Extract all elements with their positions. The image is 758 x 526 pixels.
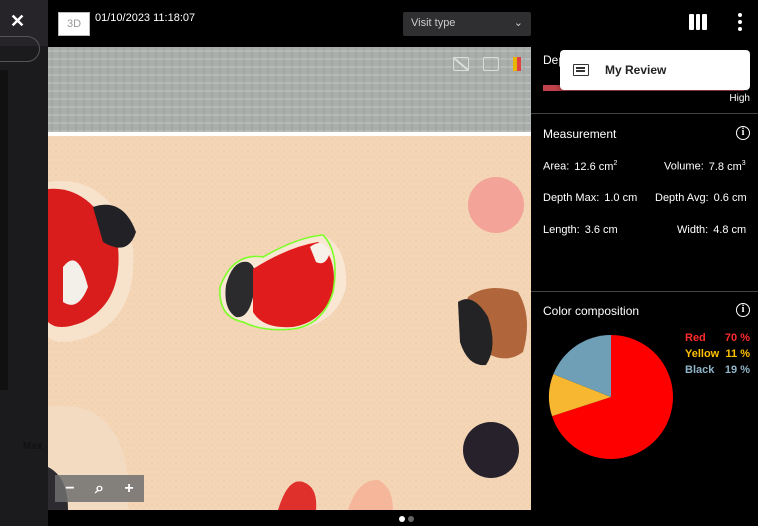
no-display-icon[interactable] [453, 57, 469, 71]
color-legend: Red 70 % Yellow 11 % Black 19 % [685, 332, 750, 380]
depth-max-field: Depth Max: 1.0 cm [543, 192, 637, 204]
info-icon[interactable]: i [736, 303, 750, 317]
3d-badge[interactable]: 3D [58, 12, 90, 36]
review-menu-popup: My Review [560, 50, 750, 90]
analysis-panel: Dep High Measurement i Area: 12.6 cm2 Vol… [531, 47, 758, 526]
width-field: Width: 4.8 cm [677, 224, 746, 236]
background-page: Max [0, 0, 48, 526]
area-unit-power: 2 [613, 160, 618, 167]
depth-max-value: 1.0 cm [604, 192, 638, 204]
pie-svg [549, 335, 673, 459]
volume-unit-power: 3 [741, 160, 746, 167]
zoom-icon[interactable]: ⌕ [95, 480, 104, 498]
legend-name-black: Black [685, 364, 715, 376]
width-value: 4.8 cm [713, 224, 747, 236]
zoom-out-button[interactable]: − [65, 480, 74, 498]
depth-avg-label: Depth Avg: [655, 192, 709, 204]
color-pie-chart [546, 332, 676, 467]
color-composition-title: Color composition [543, 304, 640, 318]
viewer-header: 3D 01/10/2023 11:18:07 Visit type ⌄ [48, 0, 758, 47]
flag-icon[interactable] [513, 57, 521, 71]
background-search-pill [0, 36, 40, 62]
image-pager [399, 516, 414, 522]
legend-pct-yellow: 11 % [725, 348, 750, 360]
zoom-in-button[interactable]: + [124, 480, 133, 498]
length-field: Length: 3.6 cm [543, 224, 618, 236]
measurement-section: Measurement i Area: 12.6 cm2 Volume: 7.8 c… [531, 115, 758, 292]
image-overlay-icons [453, 57, 521, 71]
image-footer [48, 510, 531, 526]
legend-name-yellow: Yellow [685, 348, 720, 360]
visit-type-label: Visit type [411, 17, 456, 29]
pager-dot-active[interactable] [399, 516, 405, 522]
depth-high-label: High [729, 93, 750, 104]
wound-image[interactable]: − ⌕ + [48, 47, 531, 510]
length-label: Length: [543, 224, 580, 236]
list-icon [573, 64, 589, 76]
volume-field: Volume: 7.8 cm3 [664, 160, 746, 173]
depth-max-label: Depth Max: [543, 192, 600, 204]
color-composition-section: Color composition i Red 70 % Yellow 11 %… [531, 292, 758, 512]
wound-photo-drawing [48, 47, 531, 510]
measurement-title: Measurement [543, 127, 617, 141]
depth-avg-field: Depth Avg: 0.6 cm [655, 192, 747, 204]
length-value: 3.6 cm [584, 224, 618, 236]
background-sidebar [0, 70, 8, 390]
legend-pct-red: 70 % [724, 332, 750, 344]
close-icon[interactable]: ✕ [10, 12, 25, 30]
legend-row-black: Black 19 % [685, 364, 750, 380]
volume-label: Volume: [664, 160, 704, 173]
area-value: 12.6 cm [574, 160, 614, 173]
area-label: Area: [543, 160, 570, 173]
timestamp: 01/10/2023 11:18:07 [95, 12, 196, 24]
volume-value: 7.8 cm [708, 160, 742, 173]
legend-row-red: Red 70 % [685, 332, 750, 348]
legend-row-yellow: Yellow 11 % [685, 348, 750, 364]
legend-name-red: Red [685, 332, 706, 344]
columns-icon[interactable] [689, 14, 708, 30]
width-label: Width: [677, 224, 709, 236]
depth-avg-value: 0.6 cm [713, 192, 747, 204]
my-review-item[interactable]: My Review [605, 63, 666, 77]
chevron-down-icon: ⌄ [513, 17, 523, 29]
legend-pct-black: 19 % [724, 364, 750, 376]
frame-icon[interactable] [483, 57, 499, 71]
kebab-icon[interactable] [737, 13, 743, 31]
info-icon[interactable]: i [736, 126, 750, 140]
area-field: Area: 12.6 cm2 [543, 160, 617, 173]
max-label: Max [23, 441, 43, 452]
visit-type-select[interactable]: Visit type ⌄ [403, 12, 531, 36]
zoom-controls: − ⌕ + [55, 475, 144, 502]
pager-dot[interactable] [408, 516, 414, 522]
